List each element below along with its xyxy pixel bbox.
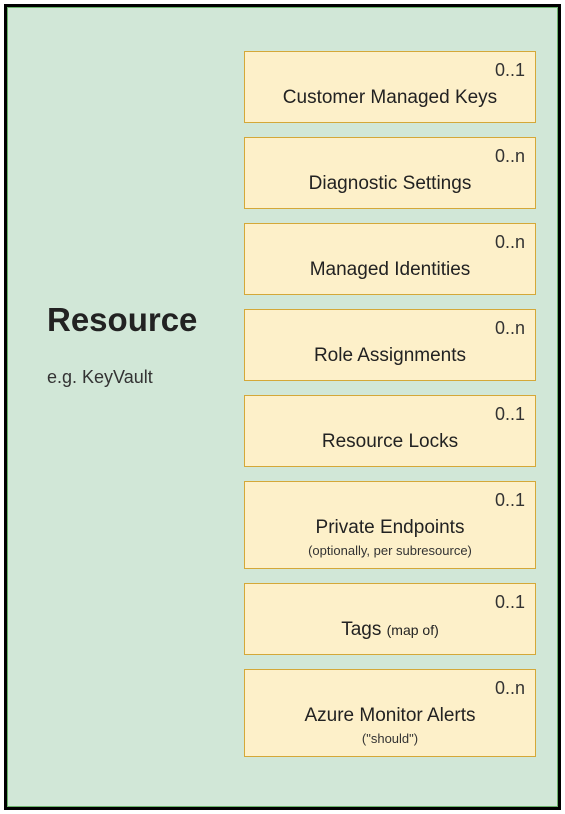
box-label: Customer Managed Keys (255, 87, 525, 109)
box-diagnostic-settings: 0..n Diagnostic Settings (244, 137, 536, 209)
box-label: Tags (map of) (255, 619, 525, 641)
cardinality: 0..1 (255, 592, 525, 613)
box-label: Role Assignments (255, 345, 525, 367)
box-role-assignments: 0..n Role Assignments (244, 309, 536, 381)
cardinality: 0..n (255, 232, 525, 253)
box-private-endpoints: 0..1 Private Endpoints (optionally, per … (244, 481, 536, 569)
resource-title: Resource (47, 301, 244, 339)
box-customer-managed-keys: 0..1 Customer Managed Keys (244, 51, 536, 123)
box-tags: 0..1 Tags (map of) (244, 583, 536, 655)
cardinality: 0..1 (255, 404, 525, 425)
box-sublabel: (optionally, per subresource) (255, 543, 525, 558)
box-sublabel: ("should") (255, 731, 525, 746)
cardinality: 0..1 (255, 60, 525, 81)
box-managed-identities: 0..n Managed Identities (244, 223, 536, 295)
box-label-text: Tags (341, 619, 386, 640)
box-label: Resource Locks (255, 431, 525, 453)
box-azure-monitor-alerts: 0..n Azure Monitor Alerts ("should") (244, 669, 536, 757)
box-label: Managed Identities (255, 259, 525, 281)
box-inline-sub: (map of) (387, 622, 439, 638)
cardinality: 0..n (255, 678, 525, 699)
left-panel: Resource e.g. KeyVault (29, 51, 244, 763)
right-panel: 0..1 Customer Managed Keys 0..n Diagnost… (244, 51, 536, 763)
cardinality: 0..n (255, 318, 525, 339)
box-resource-locks: 0..1 Resource Locks (244, 395, 536, 467)
box-label: Azure Monitor Alerts (255, 705, 525, 727)
box-label: Diagnostic Settings (255, 173, 525, 195)
resource-subtitle: e.g. KeyVault (47, 367, 244, 388)
cardinality: 0..1 (255, 490, 525, 511)
diagram-container: Resource e.g. KeyVault 0..1 Customer Man… (4, 4, 561, 810)
box-label: Private Endpoints (255, 517, 525, 539)
cardinality: 0..n (255, 146, 525, 167)
